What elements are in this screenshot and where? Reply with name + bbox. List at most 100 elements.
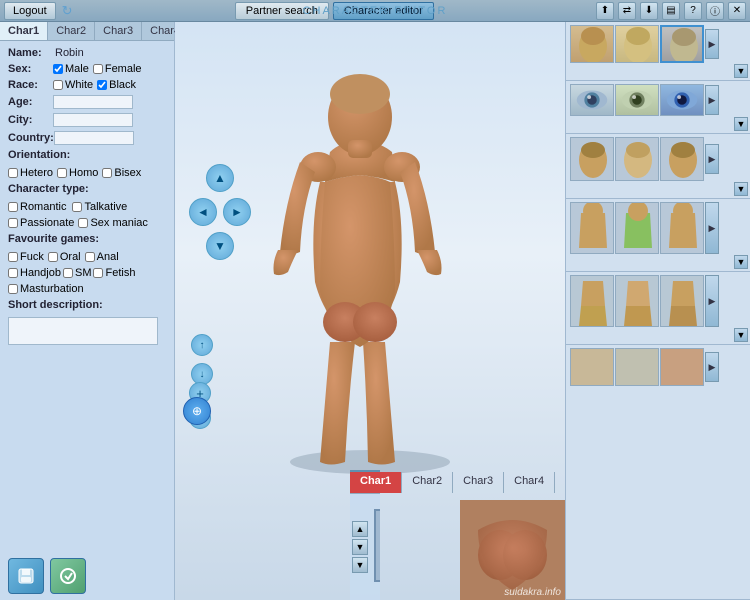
lower-body-thumb-1[interactable]	[570, 275, 614, 327]
nav-arrows-icon[interactable]: ⇄	[618, 2, 636, 20]
oral-item[interactable]: Oral	[48, 251, 81, 263]
male-checkbox-item[interactable]: Male	[53, 63, 89, 75]
body-upper-next-button[interactable]: ▶	[705, 202, 719, 254]
fuck-item[interactable]: Fuck	[8, 251, 44, 263]
feet-next-button[interactable]: ▶	[705, 352, 719, 382]
masturbation-checkbox[interactable]	[8, 284, 18, 294]
talkative-item[interactable]: Talkative	[72, 201, 127, 213]
settings-icon[interactable]: ▤	[662, 2, 680, 20]
lower-body-thumb-3[interactable]	[660, 275, 704, 327]
nav-arrow-icon[interactable]: ⬆	[596, 2, 614, 20]
feet-thumb-3[interactable]	[660, 348, 704, 386]
bottom-tab-char4[interactable]: Char4	[504, 472, 555, 493]
age-input[interactable]	[53, 95, 133, 109]
hair-thumb-3[interactable]	[660, 25, 704, 63]
romantic-item[interactable]: Romantic	[8, 201, 66, 213]
nav-down-icon[interactable]: ⬇	[640, 2, 658, 20]
anal-checkbox[interactable]	[85, 252, 95, 262]
save-button[interactable]	[8, 558, 44, 594]
eye-thumb-2[interactable]	[615, 84, 659, 116]
bottom-tab-char2[interactable]: Char2	[402, 472, 453, 493]
hair-next-button[interactable]: ▶	[705, 29, 719, 59]
lower-body-scroll-button[interactable]: ▼	[734, 328, 748, 342]
hair-thumb-2[interactable]	[615, 25, 659, 63]
eyes-next-button[interactable]: ▶	[705, 85, 719, 115]
short-desc-input[interactable]	[8, 317, 158, 345]
body-upper-scroll-button[interactable]: ▼	[734, 255, 748, 269]
bisex-item[interactable]: Bisex	[102, 167, 141, 179]
male-checkbox[interactable]	[53, 64, 63, 74]
talkative-checkbox[interactable]	[72, 202, 82, 212]
feet-thumb-2[interactable]	[615, 348, 659, 386]
tab-char3[interactable]: Char3	[95, 22, 142, 40]
homo-checkbox[interactable]	[57, 168, 67, 178]
city-input[interactable]	[53, 113, 133, 127]
rotate-right-button[interactable]: ►	[223, 198, 251, 226]
tab-char1[interactable]: Char1	[0, 22, 48, 40]
homo-item[interactable]: Homo	[57, 167, 98, 179]
hetero-checkbox[interactable]	[8, 168, 18, 178]
oral-checkbox[interactable]	[48, 252, 58, 262]
char-editor-button[interactable]: Character editor	[333, 2, 434, 20]
hair-thumb-1[interactable]	[570, 25, 614, 63]
passionate-item[interactable]: Passionate	[8, 217, 74, 229]
sex-maniac-item[interactable]: Sex maniac	[78, 217, 147, 229]
hair-scroll-button[interactable]: ▼	[734, 64, 748, 78]
passionate-checkbox[interactable]	[8, 218, 18, 228]
fetish-item[interactable]: Fetish	[93, 267, 135, 279]
sm-checkbox[interactable]	[63, 268, 73, 278]
face-next-button[interactable]: ▶	[705, 144, 719, 174]
white-checkbox[interactable]	[53, 80, 63, 90]
sm-item[interactable]: SM	[63, 267, 92, 279]
logout-button[interactable]: Logout	[4, 2, 56, 20]
refresh-icon[interactable]: ↻	[62, 3, 73, 19]
sex-maniac-checkbox[interactable]	[78, 218, 88, 228]
fetish-checkbox[interactable]	[93, 268, 103, 278]
eyes-scroll-button[interactable]: ▼	[734, 117, 748, 131]
masturbation-item[interactable]: Masturbation	[8, 283, 84, 295]
partner-search-button[interactable]: Partner search	[235, 2, 329, 20]
handjob-checkbox[interactable]	[8, 268, 18, 278]
bisex-checkbox[interactable]	[102, 168, 112, 178]
lower-body-next-button[interactable]: ▶	[705, 275, 719, 327]
face-thumb-3[interactable]	[660, 137, 704, 181]
romantic-checkbox[interactable]	[8, 202, 18, 212]
country-input[interactable]	[54, 131, 134, 145]
info-icon[interactable]: ⓘ	[706, 2, 724, 20]
body-upper-thumb-3[interactable]	[660, 202, 704, 254]
scroll-down-button-2[interactable]: ▼	[352, 557, 368, 573]
help-icon[interactable]: ?	[684, 2, 702, 20]
female-checkbox[interactable]	[93, 64, 103, 74]
scroll-up-button[interactable]: ▲	[352, 521, 368, 537]
action-btn-2[interactable]	[50, 558, 86, 594]
face-thumb-1[interactable]	[570, 137, 614, 181]
anal-item[interactable]: Anal	[85, 251, 119, 263]
eye-thumb-3[interactable]	[660, 84, 704, 116]
chat-avatar[interactable]	[374, 509, 380, 582]
bottom-tab-char1[interactable]: Char1	[350, 472, 402, 493]
move-up-button[interactable]: ↑	[191, 334, 213, 356]
scroll-down-button[interactable]: ▼	[352, 539, 368, 555]
tab-char2[interactable]: Char2	[48, 22, 95, 40]
select-button[interactable]: ⊕	[183, 397, 211, 425]
eye-thumb-1[interactable]	[570, 84, 614, 116]
rotate-down-button[interactable]: ▼	[206, 232, 234, 260]
black-checkbox[interactable]	[97, 80, 107, 90]
handjob-item[interactable]: Handjob	[8, 267, 61, 279]
black-checkbox-item[interactable]: Black	[97, 79, 136, 91]
lower-body-thumb-2[interactable]	[615, 275, 659, 327]
feet-thumb-1[interactable]	[570, 348, 614, 386]
body-upper-thumb-2[interactable]	[615, 202, 659, 254]
hetero-item[interactable]: Hetero	[8, 167, 53, 179]
female-checkbox-item[interactable]: Female	[93, 63, 142, 75]
face-scroll-button[interactable]: ▼	[734, 182, 748, 196]
sex-options: Male Female	[53, 63, 142, 75]
white-checkbox-item[interactable]: White	[53, 79, 93, 91]
rotate-up-button[interactable]: ▲	[206, 164, 234, 192]
close-icon[interactable]: ✕	[728, 2, 746, 20]
bottom-tab-char3[interactable]: Char3	[453, 472, 504, 493]
rotate-left-button[interactable]: ◄	[189, 198, 217, 226]
face-thumb-2[interactable]	[615, 137, 659, 181]
body-upper-thumb-1[interactable]	[570, 202, 614, 254]
fuck-checkbox[interactable]	[8, 252, 18, 262]
